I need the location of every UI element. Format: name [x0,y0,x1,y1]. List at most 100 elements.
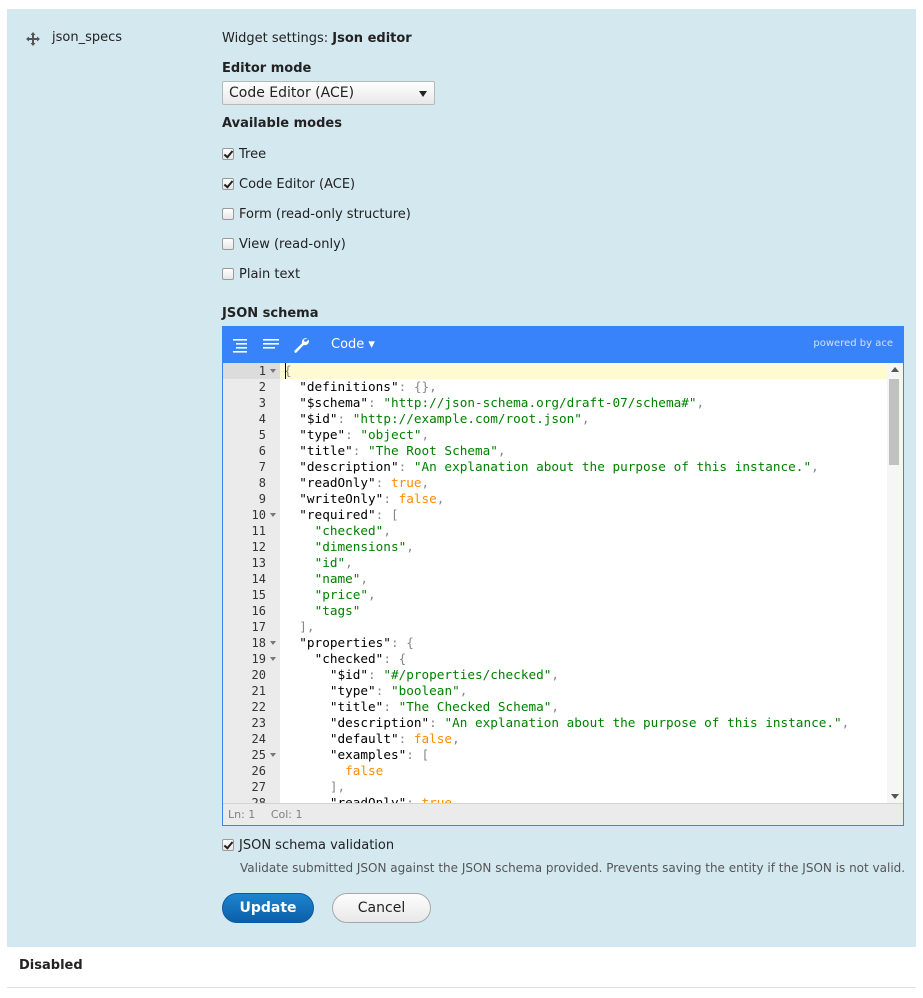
scroll-up-icon[interactable] [891,367,899,372]
line-number-text: 5 [258,428,266,442]
line-number: 7 [223,459,280,475]
line-number-text: 17 [251,620,266,634]
line-number: 2 [223,379,280,395]
line-number[interactable]: 1 [223,363,280,379]
mode-label: Code Editor (ACE) [239,176,356,192]
line-number[interactable]: 19 [223,651,280,667]
editor-status-bar: Ln: 1 Col: 1 [223,803,903,825]
checkbox-code[interactable] [222,178,234,190]
code-line[interactable]: "readOnly": true, [280,475,887,491]
scrollbar-thumb[interactable] [889,379,899,465]
checkbox-tree[interactable] [222,148,234,160]
status-column: Col: 1 [270,808,303,821]
json-editor[interactable]: Code ▾ powered by ace 1 2 3 4 5 6 7 8 9 10 11 12 13 1… [222,326,904,826]
line-number-text: 6 [258,444,266,458]
line-number-text: 21 [251,684,266,698]
code-line[interactable]: "checked", [280,523,887,539]
wrench-icon[interactable] [291,335,311,355]
editor-mode-label: Editor mode [222,61,312,76]
code-line[interactable]: "properties": { [280,635,887,651]
line-number: 3 [223,395,280,411]
widget-settings-prefix: Widget settings: [222,31,329,46]
line-number[interactable]: 10 [223,507,280,523]
line-number: 14 [223,571,280,587]
line-number-text: 15 [251,588,266,602]
code-line[interactable]: "readOnly": true, [280,795,887,803]
code-line[interactable]: "$id": "http://example.com/root.json", [280,411,887,427]
divider [7,987,916,988]
fold-arrow-icon[interactable] [270,753,276,757]
line-number-text: 27 [251,780,266,794]
editor-scrollbar[interactable] [887,363,903,803]
fold-arrow-icon[interactable] [270,657,276,661]
mode-label: Tree [239,146,267,162]
line-number-text: 16 [251,604,266,618]
code-line[interactable]: "writeOnly": false, [280,491,887,507]
update-button[interactable]: Update [222,893,314,923]
ace-editor-body[interactable]: 1 2 3 4 5 6 7 8 9 10 11 12 13 14 15 16 17 18 19 20 21 22 23 24 2… [223,363,903,803]
compact-icon[interactable] [261,335,281,355]
available-modes-label: Available modes [222,116,342,131]
code-area[interactable]: { "definitions": {}, "$schema": "http://… [280,363,887,803]
code-line[interactable]: "checked": { [280,651,887,667]
code-line[interactable]: "description": "An explanation about the… [280,459,887,475]
checkbox-view[interactable] [222,238,234,250]
disabled-section-heading: Disabled [19,958,83,973]
scroll-down-icon[interactable] [891,794,899,799]
fold-arrow-icon[interactable] [270,641,276,645]
code-line[interactable]: "dimensions", [280,539,887,555]
line-number-text: 4 [258,412,266,426]
line-number[interactable]: 18 [223,635,280,651]
line-number-text: 1 [258,364,266,378]
move-cross-icon[interactable] [25,31,41,47]
mode-option-tree[interactable]: Tree [222,145,266,163]
code-line[interactable]: "name", [280,571,887,587]
code-line[interactable]: false [280,763,887,779]
line-number: 11 [223,523,280,539]
code-line[interactable]: ], [280,619,887,635]
line-number-text: 2 [258,380,266,394]
code-line[interactable]: "$schema": "http://json-schema.org/draft… [280,395,887,411]
code-line[interactable]: "$id": "#/properties/checked", [280,667,887,683]
code-line[interactable]: "examples": [ [280,747,887,763]
code-line[interactable]: "title": "The Checked Schema", [280,699,887,715]
mode-option-code[interactable]: Code Editor (ACE) [222,175,355,193]
chevron-down-icon [419,91,427,97]
code-line[interactable]: ], [280,779,887,795]
code-line[interactable]: "default": false, [280,731,887,747]
line-number: 9 [223,491,280,507]
line-number: 8 [223,475,280,491]
line-number[interactable]: 25 [223,747,280,763]
line-number-text: 23 [251,716,266,730]
cancel-button[interactable]: Cancel [332,893,431,923]
mode-menu-button[interactable]: Code ▾ [331,337,375,352]
line-number: 28 [223,795,280,803]
line-number-text: 7 [258,460,266,474]
code-line[interactable]: "required": [ [280,507,887,523]
code-line[interactable]: "tags" [280,603,887,619]
mode-option-text[interactable]: Plain text [222,265,300,283]
editor-mode-select[interactable]: Code Editor (ACE) [222,81,435,105]
code-line[interactable]: "type": "object", [280,427,887,443]
code-line[interactable]: { [280,363,887,379]
line-number-text: 11 [251,524,266,538]
code-line[interactable]: "definitions": {}, [280,379,887,395]
line-number: 15 [223,587,280,603]
code-line[interactable]: "price", [280,587,887,603]
checkbox-form[interactable] [222,208,234,220]
fold-arrow-icon[interactable] [270,513,276,517]
line-number: 12 [223,539,280,555]
code-line[interactable]: "id", [280,555,887,571]
mode-option-view[interactable]: View (read-only) [222,235,346,253]
checkbox-text[interactable] [222,268,234,280]
schema-validation-option[interactable]: JSON schema validation [222,836,394,854]
code-line[interactable]: "title": "The Root Schema", [280,443,887,459]
code-line[interactable]: "description": "An explanation about the… [280,715,887,731]
mode-option-form[interactable]: Form (read-only structure) [222,205,411,223]
editor-mode-value: Code Editor (ACE) [229,85,355,101]
checkbox-schema-validation[interactable] [222,839,234,851]
code-line[interactable]: "type": "boolean", [280,683,887,699]
fold-arrow-icon[interactable] [270,369,276,373]
format-icon[interactable] [231,335,251,355]
line-number-text: 14 [251,572,266,586]
